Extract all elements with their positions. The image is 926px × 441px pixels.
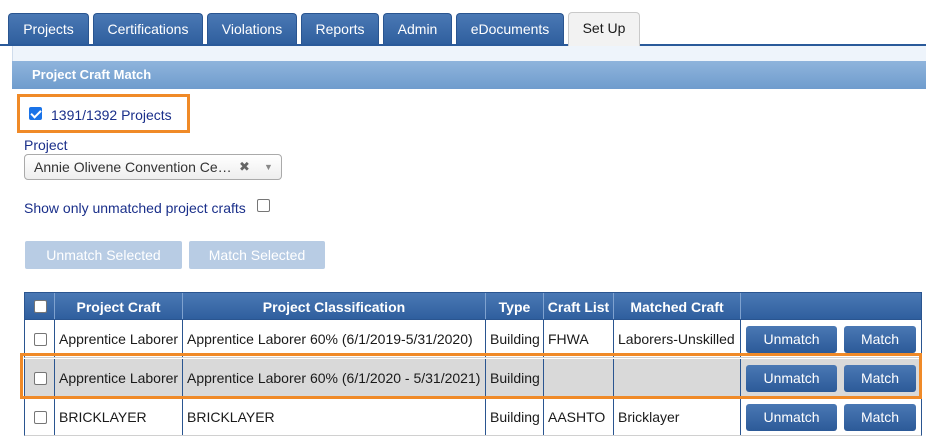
cell-type: Building: [486, 320, 544, 357]
match-selected-button[interactable]: Match Selected: [189, 241, 325, 269]
tab-projects[interactable]: Projects: [8, 13, 89, 44]
row-highlight: [20, 353, 922, 399]
cell-project-craft: Apprentice Laborer: [55, 320, 183, 357]
row-checkbox[interactable]: [34, 333, 47, 346]
cell-project-craft: BRICKLAYER: [55, 398, 183, 435]
match-button[interactable]: Match: [844, 404, 916, 431]
unmatched-filter-label: Show only unmatched project crafts: [24, 200, 246, 216]
tab-edocuments[interactable]: eDocuments: [456, 13, 564, 44]
cell-matched-craft: Laborers-Unskilled: [614, 320, 741, 357]
unmatch-button[interactable]: Unmatch: [746, 404, 837, 431]
col-matched-craft[interactable]: Matched Craft: [614, 293, 741, 319]
tab-reports[interactable]: Reports: [301, 13, 379, 44]
row-select-cell: [25, 320, 55, 357]
projects-checkbox[interactable]: [29, 107, 42, 120]
projects-count-label[interactable]: 1391/1392 Projects: [51, 107, 172, 123]
cell-type: Building: [486, 398, 544, 435]
header-select-all: [25, 293, 55, 319]
tab-certifications[interactable]: Certifications: [93, 13, 203, 44]
match-button[interactable]: Match: [844, 326, 916, 353]
project-select[interactable]: Annie Olivene Convention Ce… ✖ ▼: [24, 154, 282, 180]
unmatched-filter-checkbox[interactable]: [257, 199, 270, 212]
panel-title: Project Craft Match: [12, 61, 926, 89]
unmatch-selected-button[interactable]: Unmatch Selected: [25, 241, 182, 269]
select-all-checkbox[interactable]: [34, 300, 47, 313]
row-select-cell: [25, 398, 55, 435]
col-type[interactable]: Type: [486, 293, 544, 319]
tab-set-up[interactable]: Set Up: [568, 12, 640, 46]
col-craft-list[interactable]: Craft List: [544, 293, 614, 319]
project-select-value: Annie Olivene Convention Ce…: [34, 159, 232, 175]
col-project-craft[interactable]: Project Craft: [55, 293, 183, 319]
cell-craft-list: FHWA: [544, 320, 614, 357]
tab-admin[interactable]: Admin: [383, 13, 452, 44]
cell-matched-craft: Bricklayer: [614, 398, 741, 435]
tab-violations[interactable]: Violations: [207, 13, 297, 44]
table-row: BRICKLAYER BRICKLAYER Building AASHTO Br…: [24, 398, 922, 436]
cell-classification: BRICKLAYER: [183, 398, 486, 435]
unmatch-button[interactable]: Unmatch: [746, 326, 837, 353]
cell-craft-list: AASHTO: [544, 398, 614, 435]
table-header: Project Craft Project Classification Typ…: [24, 292, 922, 320]
project-label: Project: [24, 137, 68, 153]
cell-classification: Apprentice Laborer 60% (6/1/2019-5/31/20…: [183, 320, 486, 357]
chevron-down-icon[interactable]: ▼: [264, 155, 273, 179]
row-checkbox[interactable]: [34, 411, 47, 424]
tab-bar: Projects Certifications Violations Repor…: [0, 0, 926, 46]
clear-icon[interactable]: ✖: [239, 155, 250, 179]
col-project-classification[interactable]: Project Classification: [183, 293, 486, 319]
